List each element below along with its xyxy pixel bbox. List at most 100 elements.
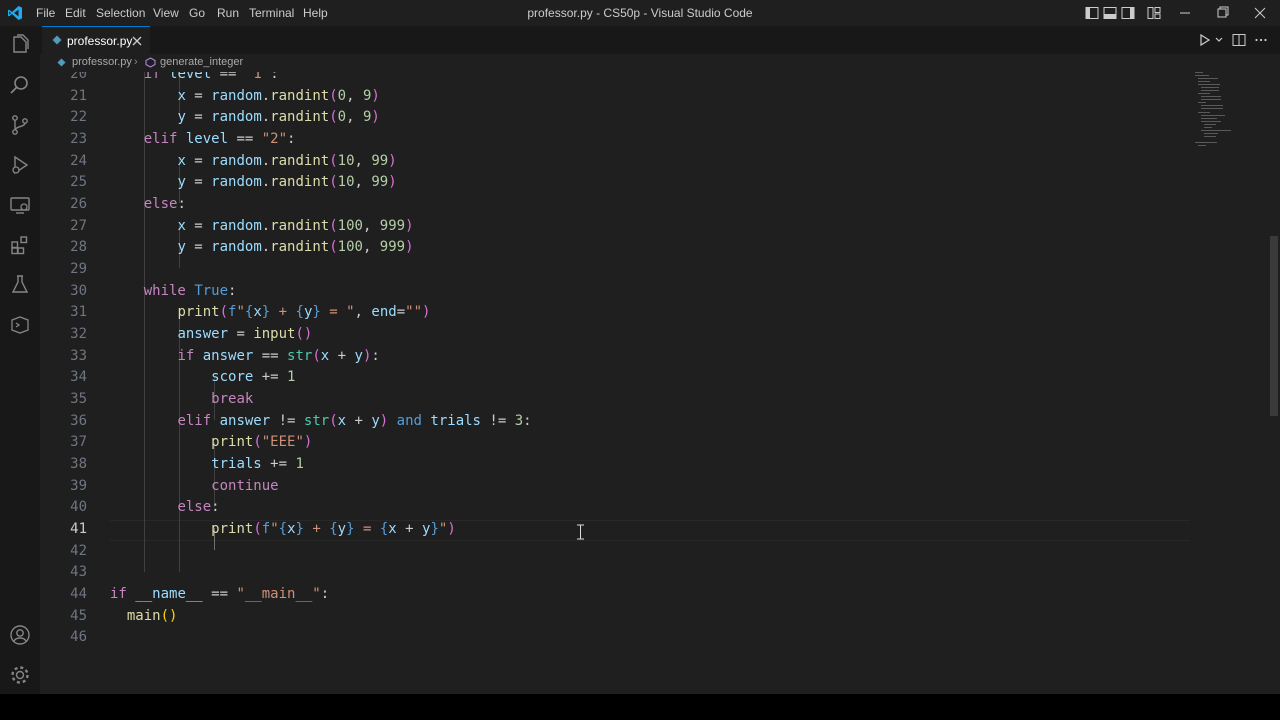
line-number: 34	[70, 369, 87, 385]
code-token: =	[185, 218, 212, 234]
function-symbol-icon	[145, 57, 156, 68]
code-token: 99	[371, 153, 389, 169]
toggle-panel-icon[interactable]	[1103, 6, 1117, 20]
code-token: while	[143, 283, 186, 299]
code-line[interactable]: x = random.randint(100, 999)	[110, 218, 413, 234]
code-line[interactable]: main()	[110, 608, 178, 624]
code-line[interactable]: else:	[110, 196, 186, 212]
code-token: }	[430, 521, 439, 537]
code-token: and	[396, 413, 422, 429]
menu-selection[interactable]: Selection	[96, 0, 145, 26]
python-icon[interactable]	[8, 313, 32, 337]
code-line[interactable]: x = random.randint(10, 99)	[110, 153, 396, 169]
code-token: random	[211, 88, 262, 104]
split-editor-icon[interactable]	[1232, 33, 1246, 47]
code-line[interactable]: if answer == str(x + y):	[110, 348, 380, 364]
testing-icon[interactable]	[8, 273, 32, 297]
breadcrumb-file[interactable]: professor.py	[72, 56, 132, 68]
code-line[interactable]: elif answer != str(x + y) and trials != …	[110, 413, 531, 429]
code-line[interactable]: trials += 1	[110, 456, 304, 472]
tab-professor-py[interactable]: professor.py	[42, 26, 150, 54]
remote-explorer-icon[interactable]	[8, 193, 32, 217]
search-icon[interactable]	[8, 73, 32, 97]
code-token: ,	[346, 109, 363, 125]
code-token: )	[447, 521, 456, 537]
menu-go[interactable]: Go	[189, 0, 205, 26]
customize-layout-icon[interactable]	[1147, 6, 1161, 20]
code-token: 0	[337, 109, 347, 125]
close-tab-icon[interactable]	[130, 34, 144, 48]
code-line[interactable]: continue	[110, 478, 278, 494]
python-file-icon	[57, 58, 66, 67]
menu-run[interactable]: Run	[217, 0, 239, 26]
code-editor[interactable]: 20 21 22 23 24 25 26 27 28 29 30 31 32 3…	[40, 72, 1280, 694]
code-line[interactable]: y = random.randint(100, 999)	[110, 239, 413, 255]
code-line[interactable]: score += 1	[110, 369, 295, 385]
menu-view[interactable]: View	[153, 0, 179, 26]
code-token: (	[329, 218, 338, 234]
code-token: str	[287, 348, 313, 364]
run-debug-icon[interactable]	[8, 153, 32, 177]
menu-help[interactable]: Help	[303, 0, 328, 26]
code-token: =	[185, 174, 212, 190]
code-token: "	[236, 304, 245, 320]
code-token: "__main__"	[236, 586, 321, 602]
toggle-primary-sidebar-icon[interactable]	[1085, 6, 1099, 20]
breadcrumb-symbol[interactable]: generate_integer	[160, 56, 243, 68]
code-token: x	[388, 521, 397, 537]
code-token: (	[329, 174, 338, 190]
code-token: x	[177, 88, 186, 104]
code-line[interactable]: answer = input()	[110, 326, 312, 342]
accounts-icon[interactable]	[8, 623, 32, 647]
code-token: random	[211, 174, 262, 190]
code-token: ,	[354, 174, 372, 190]
restore-icon[interactable]	[1203, 0, 1241, 26]
minimap[interactable]	[1190, 72, 1270, 694]
run-python-file-icon[interactable]	[1198, 33, 1212, 47]
explorer-icon[interactable]	[8, 33, 32, 57]
code-token: x	[177, 153, 186, 169]
menu-terminal[interactable]: Terminal	[249, 0, 294, 26]
code-token: __name__	[135, 586, 203, 602]
menu-file[interactable]: File	[36, 0, 55, 26]
code-token: !=	[480, 413, 515, 429]
menu-edit[interactable]: Edit	[65, 0, 86, 26]
code-line[interactable]: y = random.randint(0, 9)	[110, 109, 379, 125]
code-line[interactable]: print(f"{x} + {y} = ", end="")	[110, 304, 430, 320]
code-token: =	[228, 326, 254, 342]
code-line[interactable]: while True:	[110, 283, 237, 299]
code-line[interactable]: break	[110, 391, 253, 407]
source-control-icon[interactable]	[8, 113, 32, 137]
code-line[interactable]: x = random.randint(0, 9)	[110, 88, 379, 104]
close-window-icon[interactable]	[1241, 0, 1279, 26]
line-number: 46	[70, 629, 87, 645]
code-line[interactable]: print(f"{x} + {y} = {x + y}")	[110, 521, 456, 537]
code-line[interactable]: print("EEE")	[110, 434, 312, 450]
extensions-icon[interactable]	[8, 233, 32, 257]
code-line[interactable]: y = random.randint(10, 99)	[110, 174, 396, 190]
code-line[interactable]: elif level == "2":	[110, 131, 296, 147]
toggle-secondary-sidebar-icon[interactable]	[1121, 6, 1135, 20]
minimize-icon[interactable]	[1166, 0, 1204, 26]
code-token: :	[371, 348, 380, 364]
code-token: (	[329, 153, 338, 169]
code-line[interactable]: if __name__ == "__main__":	[110, 586, 329, 602]
manage-gear-icon[interactable]	[8, 663, 32, 687]
vertical-scrollbar[interactable]	[1268, 72, 1280, 694]
line-number: 32	[70, 326, 87, 342]
line-number-current: 41	[70, 521, 87, 537]
code-token: :	[177, 196, 186, 212]
code-token: "EEE"	[261, 434, 304, 450]
code-line[interactable]: else:	[110, 499, 219, 515]
chevron-down-icon[interactable]	[1214, 35, 1224, 45]
code-token: 999	[379, 239, 406, 255]
code-line[interactable]: if level == "1":	[110, 72, 279, 82]
more-actions-icon[interactable]	[1254, 33, 1268, 47]
code-token: (	[329, 413, 338, 429]
scrollbar-thumb[interactable]	[1270, 236, 1278, 416]
